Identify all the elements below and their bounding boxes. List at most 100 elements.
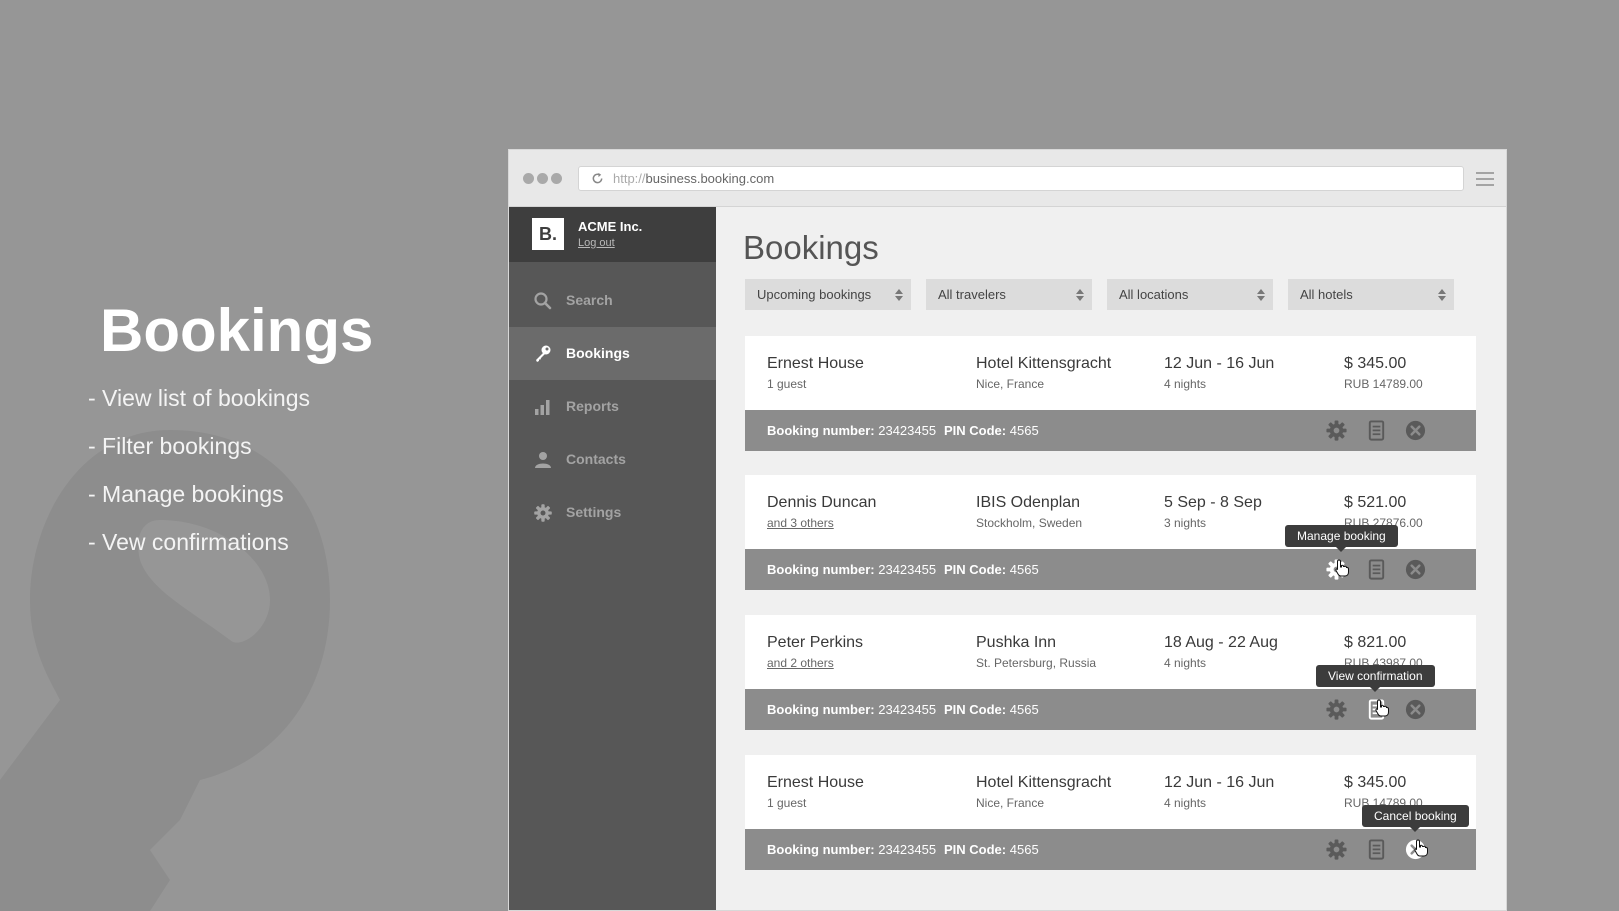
- booking-number: Booking number: 23423455: [767, 702, 936, 717]
- booking-number-value: 23423455: [878, 562, 937, 577]
- booking-footer: Booking number: 23423455 PIN Code: 4565: [745, 829, 1476, 870]
- price-usd: $ 345.00: [1344, 355, 1407, 372]
- key-icon: [536, 345, 551, 362]
- view-confirmation-document-icon[interactable]: [1365, 838, 1388, 861]
- booking-footer: Booking number: 23423455 PIN Code: 4565: [745, 410, 1476, 451]
- slide-feature-item: - Manage bookings: [88, 481, 284, 507]
- logout-link[interactable]: Log out: [578, 237, 615, 249]
- guest-count: 1 guest: [767, 796, 807, 810]
- bar-chart-icon: [535, 400, 550, 415]
- stay-dates: 12 Jun - 16 Jun: [1164, 774, 1275, 791]
- guest-name: Ernest House: [767, 774, 864, 791]
- cancel-booking-close-icon[interactable]: [1404, 419, 1427, 442]
- account-name: ACME Inc.: [578, 219, 643, 234]
- account-header: B. ACME Inc. Log out: [509, 207, 716, 262]
- booking-number-label: Booking number:: [767, 423, 875, 438]
- hotel-name[interactable]: IBIS Odenplan: [976, 494, 1080, 512]
- reload-icon[interactable]: [591, 172, 604, 185]
- guest-name: Peter Perkins: [767, 634, 864, 651]
- sidebar-item-label: Bookings: [566, 345, 630, 361]
- guest-count: 1 guest: [767, 377, 807, 391]
- confirmation-tooltip: View confirmation: [1316, 665, 1435, 692]
- guest-name: Dennis Duncan: [767, 494, 877, 511]
- filter-label: All locations: [1119, 287, 1189, 302]
- cancel-booking-close-icon[interactable]: [1404, 558, 1427, 581]
- booking-number-value: 23423455: [878, 423, 937, 438]
- sidebar-item-label: Search: [566, 292, 613, 308]
- sidebar-item-contacts[interactable]: Contacts: [509, 433, 716, 486]
- price-usd: $ 345.00: [1344, 774, 1407, 791]
- pin-code: PIN Code: 4565: [944, 423, 1039, 438]
- pin-code-value: 4565: [1009, 842, 1039, 857]
- manage-tooltip: Manage booking: [1285, 525, 1398, 552]
- booking-number-label: Booking number:: [767, 702, 875, 717]
- sidebar-item-label: Reports: [566, 398, 619, 414]
- price-usd: $ 521.00: [1344, 494, 1407, 511]
- booking-number-value: 23423455: [878, 842, 937, 857]
- slide-feature-item: - View list of bookings: [88, 385, 311, 411]
- filter-label: All travelers: [938, 287, 1006, 302]
- guest-count: and 2 others: [767, 656, 834, 670]
- stay-dates: 12 Jun - 16 Jun: [1164, 355, 1275, 372]
- select-arrows-icon: [895, 289, 903, 301]
- stay-dates: 5 Sep - 8 Sep: [1164, 494, 1262, 511]
- booking-footer: Booking number: 23423455 PIN Code: 4565: [745, 549, 1476, 590]
- sidebar: B. ACME Inc. Log out Search Bookings Rep…: [509, 207, 716, 910]
- booking-footer: Booking number: 23423455 PIN Code: 4565: [745, 689, 1476, 730]
- booking-number: Booking number: 23423455: [767, 842, 936, 857]
- filter-dates-select[interactable]: Upcoming bookings: [745, 279, 911, 310]
- slide-feature-item: - Vew confirmations: [88, 529, 289, 555]
- booking-number-label: Booking number:: [767, 562, 875, 577]
- stay-nights: 4 nights: [1164, 656, 1207, 670]
- guest-name: Ernest House: [767, 355, 864, 372]
- manage-booking-gear-icon[interactable]: [1325, 698, 1348, 721]
- hotel-name[interactable]: Hotel Kittensgracht: [976, 355, 1111, 373]
- select-arrows-icon: [1438, 289, 1446, 301]
- booking-number: Booking number: 23423455: [767, 423, 936, 438]
- window-dot-icon[interactable]: [523, 173, 534, 184]
- select-arrows-icon: [1257, 289, 1265, 301]
- pin-code: PIN Code: 4565: [944, 562, 1039, 577]
- view-confirmation-document-icon[interactable]: [1365, 419, 1388, 442]
- booking-number-label: Booking number:: [767, 842, 875, 857]
- url-host: business.booking.com: [645, 171, 775, 186]
- url-protocol: http://: [613, 171, 646, 186]
- hotel-location: St. Petersburg, Russia: [976, 656, 1097, 670]
- pin-code: PIN Code: 4565: [944, 842, 1039, 857]
- sidebar-item-reports[interactable]: Reports: [509, 380, 716, 433]
- filter-hotels-select[interactable]: All hotels: [1288, 279, 1454, 310]
- window-dot-icon[interactable]: [551, 173, 562, 184]
- booking-number: Booking number: 23423455: [767, 562, 936, 577]
- sidebar-item-search[interactable]: Search: [509, 274, 716, 327]
- hand-cursor-icon: [1414, 839, 1428, 857]
- filter-label: All hotels: [1300, 287, 1353, 302]
- select-arrows-icon: [1076, 289, 1084, 301]
- booking-logo[interactable]: B.: [532, 218, 564, 250]
- stay-dates: 18 Aug - 22 Aug: [1164, 634, 1278, 651]
- guest-count: and 3 others: [767, 516, 834, 530]
- hamburger-menu-icon[interactable]: [1476, 172, 1494, 186]
- stay-nights: 4 nights: [1164, 796, 1207, 810]
- hotel-location: Nice, France: [976, 377, 1045, 391]
- manage-booking-gear-icon[interactable]: [1325, 419, 1348, 442]
- hotel-name[interactable]: Hotel Kittensgracht: [976, 774, 1111, 792]
- window-dot-icon[interactable]: [537, 173, 548, 184]
- search-icon: [534, 292, 552, 310]
- booking-number-value: 23423455: [878, 702, 937, 717]
- gear-icon: [534, 504, 552, 522]
- sidebar-item-label: Contacts: [566, 451, 626, 467]
- person-icon: [535, 452, 551, 468]
- sidebar-item-settings[interactable]: Settings: [509, 486, 716, 539]
- pin-code-label: PIN Code:: [944, 423, 1007, 438]
- manage-booking-gear-icon[interactable]: [1325, 838, 1348, 861]
- address-bar[interactable]: http://business.booking.com: [578, 166, 1464, 191]
- pin-code-label: PIN Code:: [944, 562, 1007, 577]
- hotel-name[interactable]: Pushka Inn: [976, 634, 1056, 652]
- sidebar-item-bookings[interactable]: Bookings: [509, 327, 716, 380]
- hotel-location: Nice, France: [976, 796, 1045, 810]
- price-rub: RUB 14789.00: [1344, 377, 1423, 391]
- filter-locations-select[interactable]: All locations: [1107, 279, 1273, 310]
- filter-travelers-select[interactable]: All travelers: [926, 279, 1092, 310]
- cancel-booking-close-icon[interactable]: [1404, 698, 1427, 721]
- view-confirmation-document-icon[interactable]: [1365, 558, 1388, 581]
